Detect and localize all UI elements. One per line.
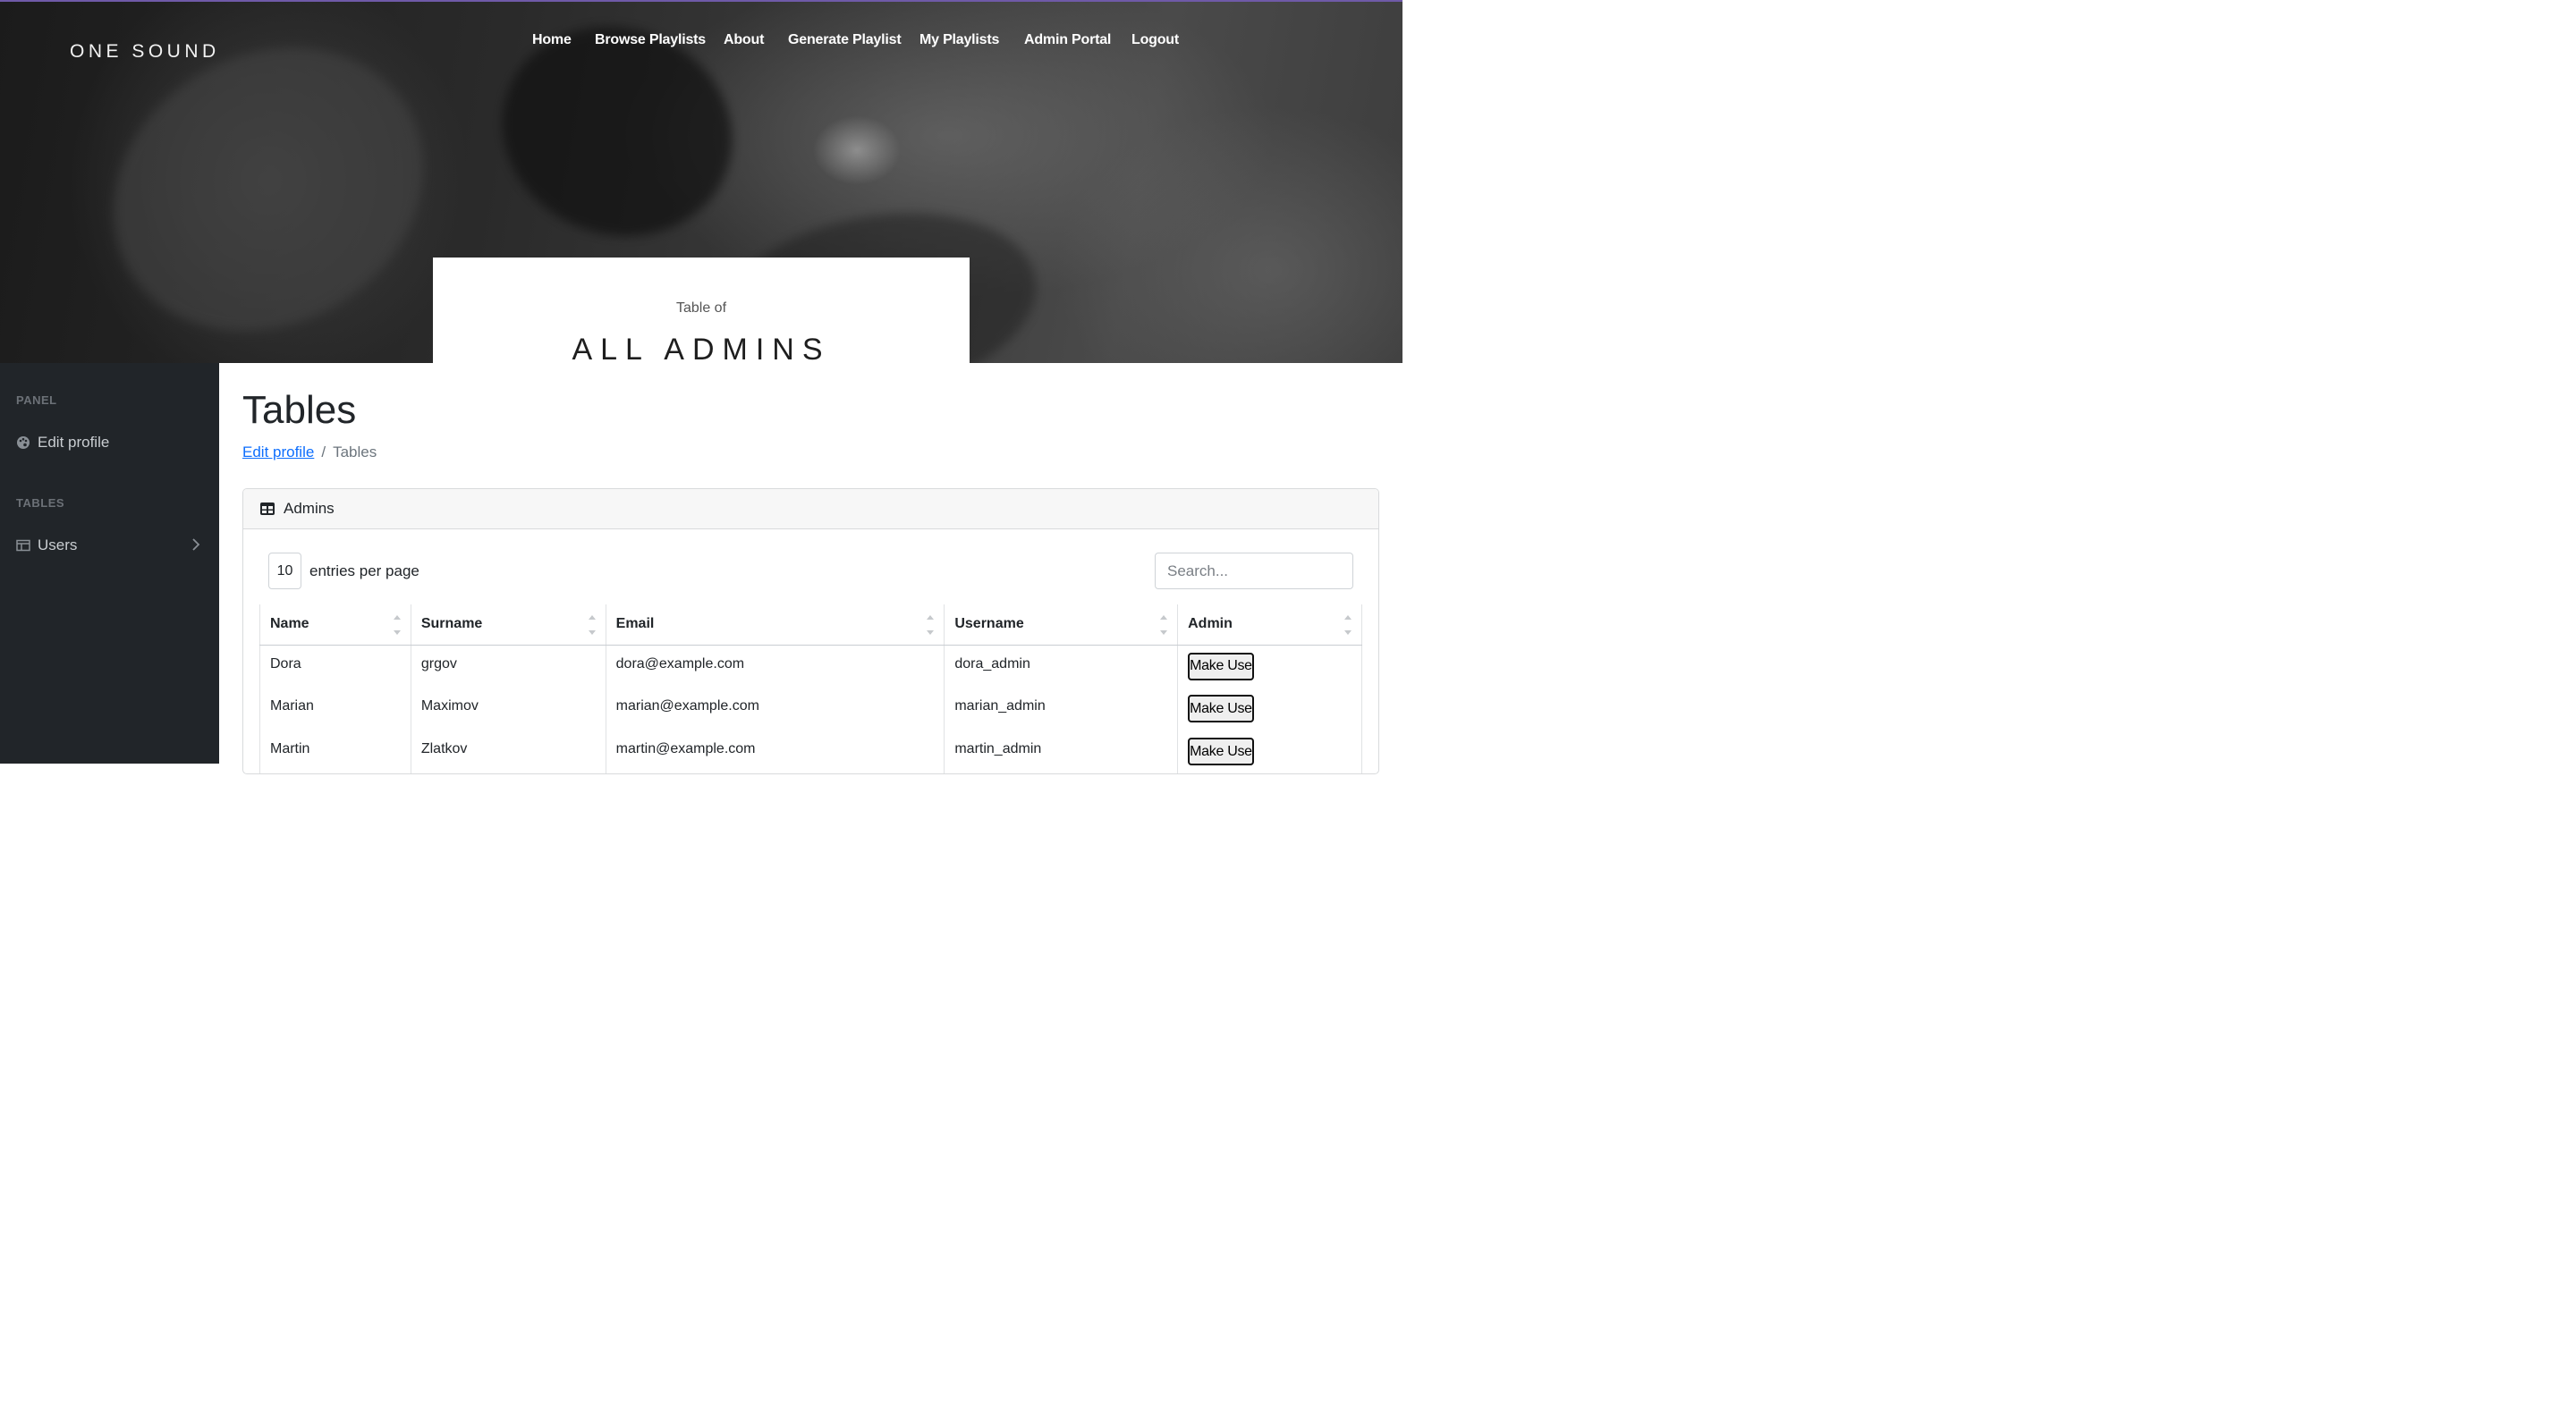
main-content: Tables Edit profile / Tables Admins 10 ent… (219, 363, 1402, 774)
table-icon (16, 538, 30, 553)
cell-admin: Make User (1177, 645, 1362, 688)
sort-icon (927, 615, 935, 635)
column-header-surname[interactable]: Surname (410, 604, 606, 646)
search-input[interactable] (1155, 553, 1353, 589)
heading-subtitle: Table of (675, 300, 727, 316)
cell-admin: Make User (1177, 688, 1362, 731)
cell-email: dora@example.com (605, 645, 945, 688)
column-header-admin[interactable]: Admin (1177, 604, 1362, 646)
table-row: Martin Zlatkov martin@example.com martin… (259, 731, 1362, 773)
page-title: Tables (242, 388, 357, 432)
column-header-email[interactable]: Email (605, 604, 945, 646)
table-row: Marian Maximov marian@example.com marian… (259, 688, 1362, 731)
column-label: Admin (1188, 616, 1233, 632)
nav-home[interactable]: Home (532, 32, 572, 48)
hero-banner: ONE SOUND Home Browse Playlists About Ge… (0, 0, 1402, 363)
sort-icon (1344, 615, 1352, 635)
nav-generate-playlist[interactable]: Generate Playlist (788, 32, 902, 48)
sidebar-heading-panel: PANEL (16, 393, 57, 407)
cell-name: Dora (259, 645, 411, 688)
cell-email: martin@example.com (605, 731, 945, 773)
column-label: Username (954, 616, 1024, 632)
cell-email: marian@example.com (605, 688, 945, 731)
sort-icon (393, 615, 401, 635)
admins-table: Name Surname Email Username Admin Dora g… (259, 604, 1362, 773)
nav-logout[interactable]: Logout (1131, 32, 1179, 48)
sidebar-heading-tables: TABLES (16, 496, 65, 510)
column-header-username[interactable]: Username (944, 604, 1178, 646)
make-user-button[interactable]: Make User (1188, 652, 1255, 680)
cell-surname: Maximov (410, 688, 606, 731)
sidebar: PANEL Edit profile TABLES Users (0, 363, 219, 764)
sidebar-item-edit-profile[interactable]: Edit profile (16, 432, 204, 453)
breadcrumb-link-edit-profile[interactable]: Edit profile (242, 443, 314, 460)
cell-username: martin_admin (944, 731, 1178, 773)
cell-name: Marian (259, 688, 411, 731)
sidebar-item-label: Edit profile (38, 434, 110, 451)
page-heading-card: Table of ALL ADMINS (433, 258, 970, 363)
breadcrumb-separator: / (321, 443, 326, 460)
entries-per-page-label: entries per page (309, 562, 419, 579)
table-row: Dora grgov dora@example.com dora_admin M… (259, 645, 1362, 688)
palette-icon (16, 435, 30, 450)
card-header: Admins (243, 489, 1378, 529)
main-nav: Home Browse Playlists About Generate Pla… (0, 32, 1402, 54)
table-icon (259, 501, 275, 517)
make-user-button[interactable]: Make User (1188, 738, 1255, 765)
cell-surname: grgov (410, 645, 606, 688)
sidebar-item-label: Users (38, 536, 78, 553)
sidebar-item-users[interactable]: Users (16, 535, 204, 556)
column-label: Surname (420, 616, 483, 632)
nav-admin-portal[interactable]: Admin Portal (1024, 32, 1111, 48)
admins-card: Admins 10 entries per page Name Surname … (242, 488, 1379, 774)
column-header-name[interactable]: Name (259, 604, 411, 646)
card-title: Admins (284, 500, 335, 517)
breadcrumb: Edit profile / Tables (242, 443, 377, 461)
heading-title: ALL ADMINS (572, 333, 831, 363)
column-label: Email (615, 616, 655, 632)
sort-icon (1160, 615, 1168, 635)
sort-icon (588, 615, 596, 635)
entries-per-page-select[interactable]: 10 (268, 553, 301, 589)
nav-my-playlists[interactable]: My Playlists (919, 32, 999, 48)
make-user-button[interactable]: Make User (1188, 695, 1255, 722)
cell-username: marian_admin (944, 688, 1178, 731)
nav-browse-playlists[interactable]: Browse Playlists (595, 32, 706, 48)
cell-username: dora_admin (944, 645, 1178, 688)
cell-name: Martin (259, 731, 411, 773)
nav-about[interactable]: About (724, 32, 764, 48)
breadcrumb-current: Tables (333, 443, 377, 460)
cell-surname: Zlatkov (410, 731, 606, 773)
cell-admin: Make User (1177, 731, 1362, 773)
table-header-row: Name Surname Email Username Admin (259, 604, 1362, 646)
chevron-right-icon (191, 537, 200, 556)
column-label: Name (270, 616, 309, 632)
